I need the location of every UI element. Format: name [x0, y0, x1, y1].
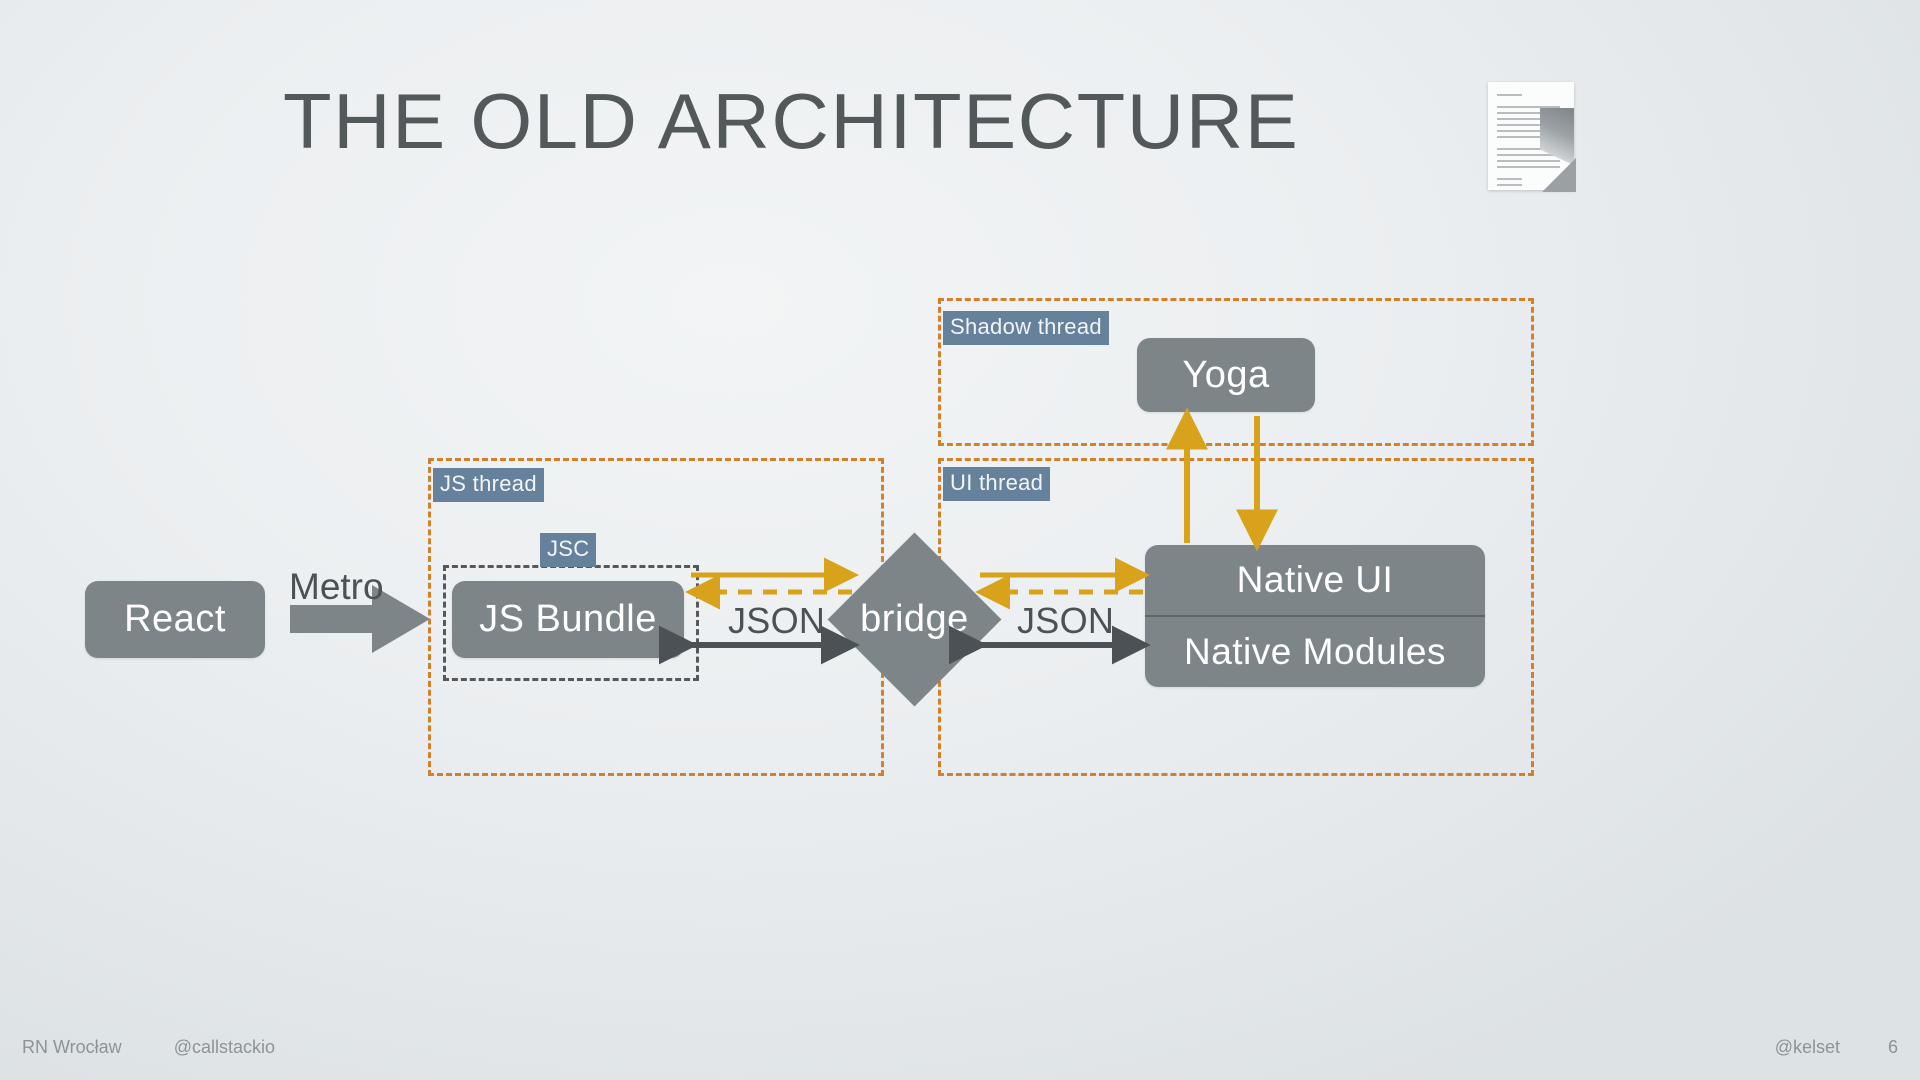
node-yoga-label: Yoga — [1182, 353, 1270, 396]
footer-org-handle: @callstackio — [173, 1037, 275, 1057]
page-title: THE OLD ARCHITECTURE — [283, 77, 1300, 165]
slide-root: THE OLD ARCHITECTURE JS thread UI thread… — [0, 0, 1920, 1080]
node-native-modules-label: Native Modules — [1183, 631, 1446, 672]
node-yoga[interactable]: Yoga — [1137, 338, 1315, 412]
node-native-ui-label: Native UI — [1236, 559, 1394, 600]
footer-page-number: 6 — [1887, 1037, 1898, 1057]
footer-event: RN Wrocław — [22, 1037, 122, 1057]
region-shadow-thread-label: Shadow thread — [943, 311, 1109, 345]
slide-footer: RN Wrocław @callstackio @kelset 6 — [0, 1037, 1920, 1058]
node-react[interactable]: React — [85, 581, 265, 658]
region-ui-thread-label: UI thread — [943, 467, 1051, 501]
document-page-curl-icon — [1488, 82, 1576, 192]
node-bridge-label: bridge — [860, 598, 969, 640]
edge-json-left-label: JSON — [728, 600, 826, 641]
doc-curl-corner — [1542, 158, 1576, 192]
node-native-modules[interactable]: Native Modules — [1145, 617, 1485, 687]
node-react-label: React — [124, 598, 226, 640]
region-js-thread-label: JS thread — [433, 468, 544, 502]
node-native-ui[interactable]: Native UI — [1145, 545, 1485, 617]
node-native-stack[interactable]: Native UI Native Modules — [1145, 545, 1485, 687]
node-js-bundle[interactable]: JS Bundle — [452, 581, 684, 658]
region-jsc-label: JSC — [540, 533, 597, 567]
footer-author-handle: @kelset — [1774, 1037, 1840, 1057]
node-js-bundle-label: JS Bundle — [479, 598, 657, 640]
edge-metro-label: Metro — [289, 566, 384, 607]
edge-json-right-label: JSON — [1017, 600, 1115, 641]
